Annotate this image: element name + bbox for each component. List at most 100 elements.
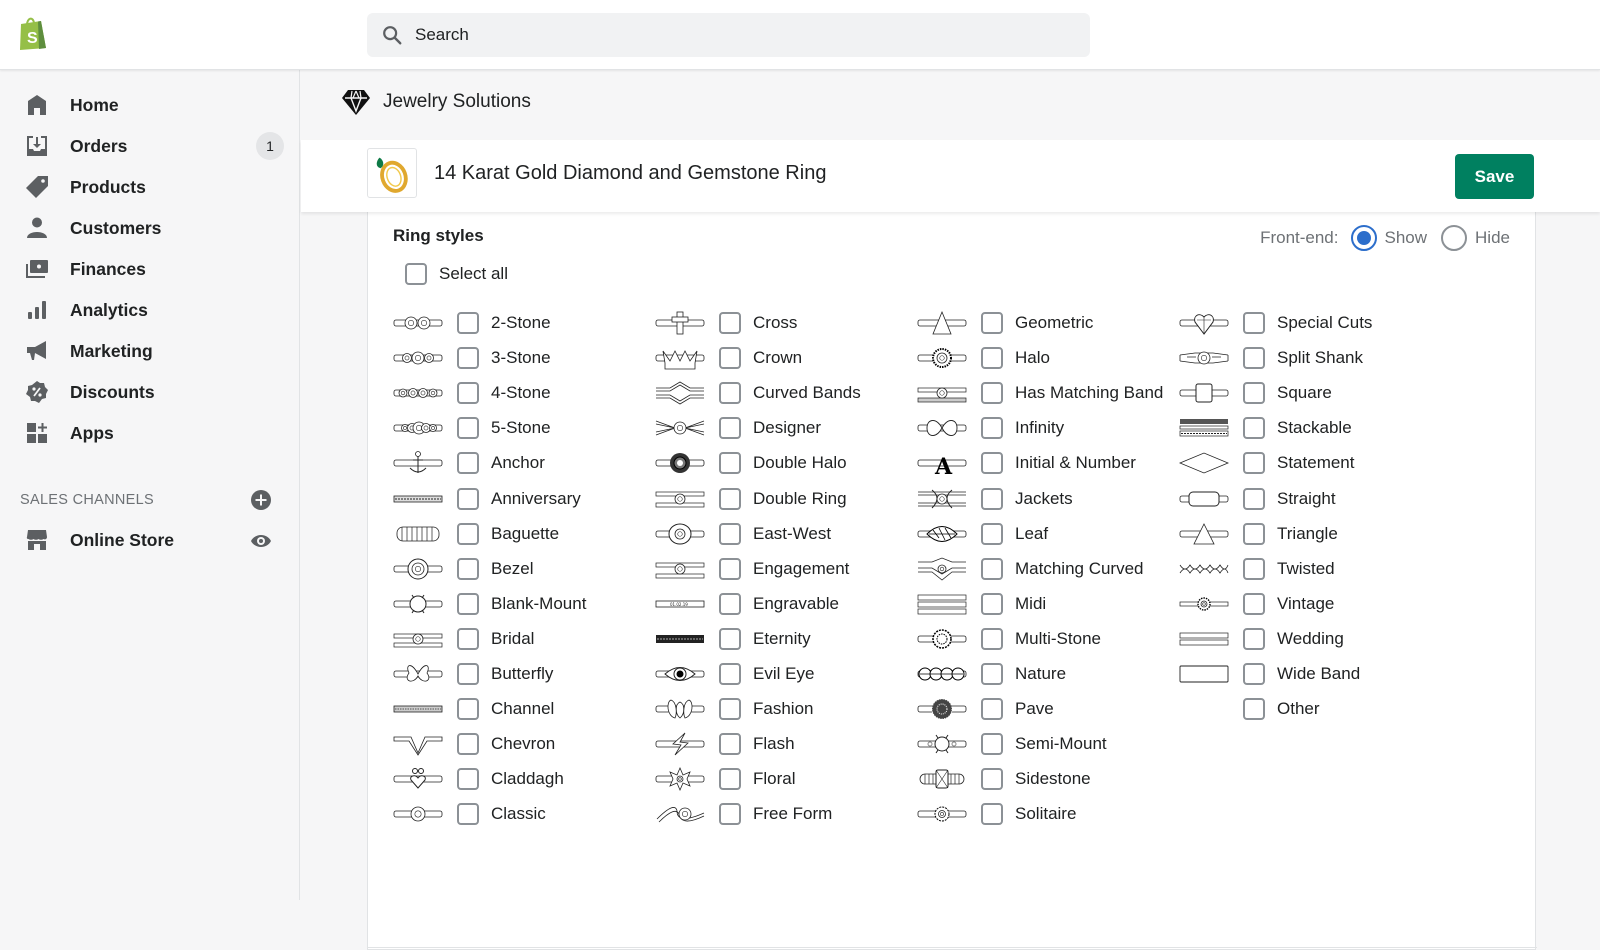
- ring-style-option[interactable]: Curved Bands: [655, 376, 917, 410]
- ring-style-checkbox[interactable]: [457, 382, 479, 405]
- ring-style-checkbox[interactable]: [719, 698, 741, 721]
- ring-style-option[interactable]: East-West: [655, 517, 917, 551]
- ring-style-checkbox[interactable]: [719, 487, 741, 510]
- ring-style-checkbox[interactable]: [1243, 487, 1265, 510]
- shopify-logo-icon[interactable]: S: [17, 15, 49, 51]
- view-store-eye-icon[interactable]: [250, 530, 272, 552]
- ring-style-option[interactable]: Wide Band: [1179, 657, 1441, 691]
- ring-style-option[interactable]: Infinity: [917, 411, 1179, 445]
- ring-style-checkbox[interactable]: [719, 592, 741, 615]
- ring-style-option[interactable]: Crown: [655, 341, 917, 375]
- ring-style-checkbox[interactable]: [981, 733, 1003, 756]
- sidebar-item-finances[interactable]: Finances: [0, 249, 300, 289]
- ring-style-option[interactable]: Leaf: [917, 517, 1179, 551]
- ring-style-checkbox[interactable]: [981, 627, 1003, 650]
- sidebar-item-analytics[interactable]: Analytics: [0, 290, 300, 330]
- ring-style-option[interactable]: Double Halo: [655, 446, 917, 480]
- ring-style-option[interactable]: Geometric: [917, 306, 1179, 340]
- ring-style-option[interactable]: Eternity: [655, 622, 917, 656]
- ring-style-option[interactable]: Fashion: [655, 692, 917, 726]
- ring-style-option[interactable]: Flash: [655, 727, 917, 761]
- ring-style-option[interactable]: Halo: [917, 341, 1179, 375]
- sidebar-item-apps[interactable]: Apps: [0, 413, 300, 453]
- ring-style-checkbox[interactable]: [457, 698, 479, 721]
- ring-style-checkbox[interactable]: [1243, 417, 1265, 440]
- ring-style-checkbox[interactable]: [457, 417, 479, 440]
- ring-style-checkbox[interactable]: [719, 663, 741, 685]
- ring-style-option[interactable]: Pave: [917, 692, 1179, 726]
- ring-style-checkbox[interactable]: [719, 522, 741, 545]
- search-bar[interactable]: [367, 13, 1090, 57]
- ring-style-checkbox[interactable]: [719, 557, 741, 580]
- ring-style-checkbox[interactable]: [719, 382, 741, 405]
- ring-style-checkbox[interactable]: [981, 663, 1003, 685]
- ring-style-checkbox[interactable]: [1243, 522, 1265, 545]
- ring-style-option[interactable]: Bezel: [393, 552, 655, 586]
- ring-style-checkbox[interactable]: [457, 557, 479, 580]
- select-all[interactable]: Select all: [393, 263, 508, 285]
- ring-style-checkbox[interactable]: [719, 452, 741, 475]
- ring-style-option[interactable]: Midi: [917, 587, 1179, 621]
- ring-style-option[interactable]: Has Matching Band: [917, 376, 1179, 410]
- show-radio[interactable]: [1350, 225, 1377, 251]
- ring-style-checkbox[interactable]: [1243, 663, 1265, 685]
- ring-style-option[interactable]: Claddagh: [393, 762, 655, 796]
- ring-style-option[interactable]: Solitaire: [917, 797, 1179, 831]
- ring-style-checkbox[interactable]: [457, 592, 479, 615]
- ring-style-checkbox[interactable]: [457, 522, 479, 545]
- ring-style-option[interactable]: Designer: [655, 411, 917, 445]
- ring-style-checkbox[interactable]: [457, 768, 479, 791]
- ring-style-option[interactable]: Butterfly: [393, 657, 655, 691]
- ring-style-option[interactable]: Chevron: [393, 727, 655, 761]
- ring-style-checkbox[interactable]: [457, 663, 479, 685]
- sidebar-item-home[interactable]: Home: [0, 85, 300, 125]
- ring-style-checkbox[interactable]: [1243, 592, 1265, 615]
- ring-style-checkbox[interactable]: [981, 312, 1003, 334]
- ring-style-checkbox[interactable]: [719, 417, 741, 440]
- ring-style-checkbox[interactable]: [719, 312, 741, 334]
- ring-style-checkbox[interactable]: [981, 522, 1003, 545]
- hide-radio-label[interactable]: Hide: [1475, 228, 1510, 248]
- ring-style-option[interactable]: 01.02.19 Engravable: [655, 587, 917, 621]
- ring-style-option[interactable]: Jackets: [917, 482, 1179, 516]
- ring-style-checkbox[interactable]: [981, 382, 1003, 405]
- ring-style-checkbox[interactable]: [981, 417, 1003, 440]
- ring-style-checkbox[interactable]: [719, 347, 741, 370]
- ring-style-checkbox[interactable]: [457, 627, 479, 650]
- ring-style-checkbox[interactable]: [981, 698, 1003, 721]
- ring-style-checkbox[interactable]: [981, 452, 1003, 475]
- ring-style-checkbox[interactable]: [1243, 452, 1265, 475]
- ring-style-option[interactable]: Twisted: [1179, 552, 1441, 586]
- ring-style-option[interactable]: A Initial & Number: [917, 446, 1179, 480]
- ring-style-option[interactable]: Vintage: [1179, 587, 1441, 621]
- ring-style-checkbox[interactable]: [981, 557, 1003, 580]
- sidebar-item-products[interactable]: Products: [0, 167, 300, 207]
- ring-style-option[interactable]: Semi-Mount: [917, 727, 1179, 761]
- ring-style-checkbox[interactable]: [457, 347, 479, 370]
- ring-style-checkbox[interactable]: [981, 768, 1003, 791]
- ring-style-checkbox[interactable]: [1243, 698, 1265, 721]
- ring-style-option[interactable]: Square: [1179, 376, 1441, 410]
- ring-style-option[interactable]: 3-Stone: [393, 341, 655, 375]
- ring-style-option[interactable]: Baguette: [393, 517, 655, 551]
- ring-style-option[interactable]: 5-Stone: [393, 411, 655, 445]
- ring-style-checkbox[interactable]: [1243, 347, 1265, 370]
- ring-style-checkbox[interactable]: [457, 487, 479, 510]
- ring-style-checkbox[interactable]: [457, 452, 479, 475]
- ring-style-checkbox[interactable]: [1243, 627, 1265, 650]
- ring-style-checkbox[interactable]: [719, 627, 741, 650]
- show-radio-label[interactable]: Show: [1385, 228, 1428, 248]
- ring-style-checkbox[interactable]: [981, 592, 1003, 615]
- ring-style-checkbox[interactable]: [1243, 382, 1265, 405]
- ring-style-option[interactable]: Triangle: [1179, 517, 1441, 551]
- ring-style-option[interactable]: Sidestone: [917, 762, 1179, 796]
- search-input[interactable]: [415, 25, 1015, 45]
- ring-style-option[interactable]: Cross: [655, 306, 917, 340]
- ring-style-option[interactable]: Multi-Stone: [917, 622, 1179, 656]
- sidebar-item-customers[interactable]: Customers: [0, 208, 300, 248]
- add-sales-channel-icon[interactable]: [250, 489, 272, 511]
- ring-style-option[interactable]: Evil Eye: [655, 657, 917, 691]
- ring-style-option[interactable]: Nature: [917, 657, 1179, 691]
- ring-style-option[interactable]: Anchor: [393, 446, 655, 480]
- ring-style-checkbox[interactable]: [1243, 312, 1265, 334]
